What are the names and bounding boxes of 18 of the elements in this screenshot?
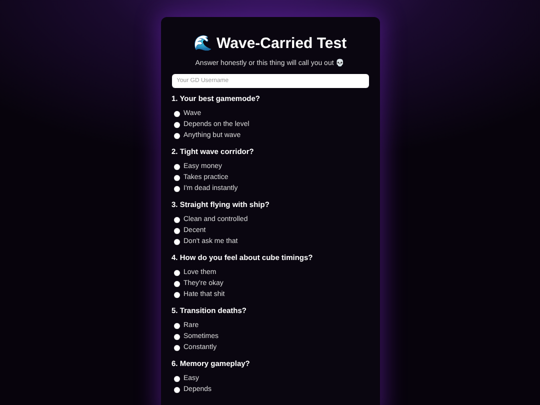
- radio-button[interactable]: [174, 322, 180, 328]
- radio-button[interactable]: [174, 174, 180, 180]
- radio-button[interactable]: [174, 386, 180, 392]
- radio-button[interactable]: [174, 344, 180, 350]
- radio-button[interactable]: [174, 122, 180, 128]
- radio-button[interactable]: [174, 334, 180, 340]
- radio-button[interactable]: [174, 216, 180, 222]
- radio-button[interactable]: [174, 280, 180, 286]
- radio-button[interactable]: [174, 186, 180, 192]
- radio-button[interactable]: [174, 270, 180, 276]
- quiz-title: 🌊 Wave-Carried Test: [192, 34, 348, 54]
- radio-button[interactable]: [174, 164, 180, 170]
- radio-button[interactable]: [174, 376, 180, 382]
- radio-button[interactable]: [174, 238, 180, 244]
- radio-button[interactable]: [174, 228, 180, 234]
- radio-button[interactable]: [174, 132, 180, 138]
- radio-button[interactable]: [174, 110, 180, 116]
- radio-button[interactable]: [174, 292, 180, 298]
